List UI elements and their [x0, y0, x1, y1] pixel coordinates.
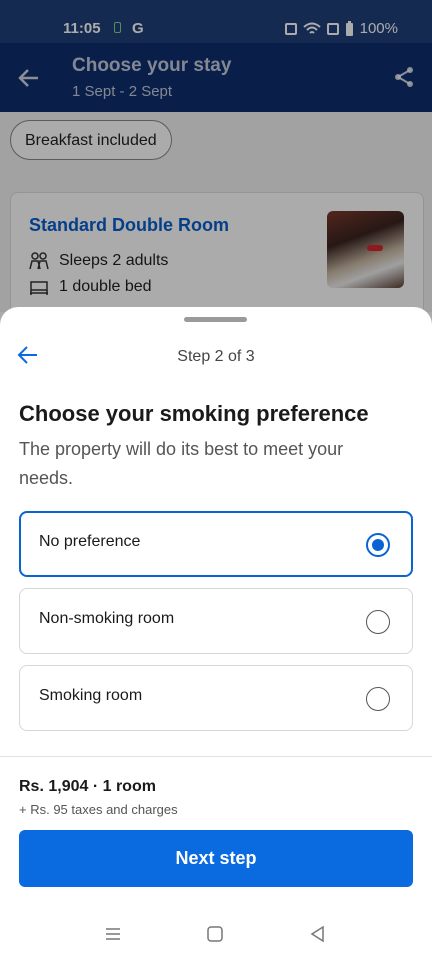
taxes-note: + Rs. 95 taxes and charges [19, 802, 178, 817]
option-label: Non-smoking room [39, 610, 175, 627]
menu-icon[interactable] [104, 925, 122, 943]
back-triangle-icon[interactable] [309, 925, 327, 943]
option-label: Smoking room [39, 687, 143, 704]
next-step-button[interactable]: Next step [19, 830, 413, 887]
option-label: No preference [39, 533, 141, 550]
radio-button[interactable] [366, 610, 390, 634]
step-indicator: Step 2 of 3 [177, 348, 255, 365]
drag-handle[interactable] [184, 317, 247, 322]
smoking-preference-sheet: Step 2 of 3 Choose your smoking preferen… [0, 307, 432, 960]
sheet-description: The property will do its best to meet yo… [19, 439, 344, 488]
divider [0, 756, 432, 757]
radio-selected-dot [372, 539, 384, 551]
home-square-icon[interactable] [206, 925, 224, 943]
price-summary: Rs. 1,904 · 1 room [19, 778, 156, 795]
radio-button[interactable] [366, 533, 390, 557]
option-non-smoking[interactable]: Non-smoking room [19, 588, 413, 654]
system-nav-bar [0, 905, 432, 960]
option-no-preference[interactable]: No preference [19, 511, 413, 577]
radio-button[interactable] [366, 687, 390, 711]
sheet-heading: Choose your smoking preference [19, 401, 369, 426]
option-smoking[interactable]: Smoking room [19, 665, 413, 731]
